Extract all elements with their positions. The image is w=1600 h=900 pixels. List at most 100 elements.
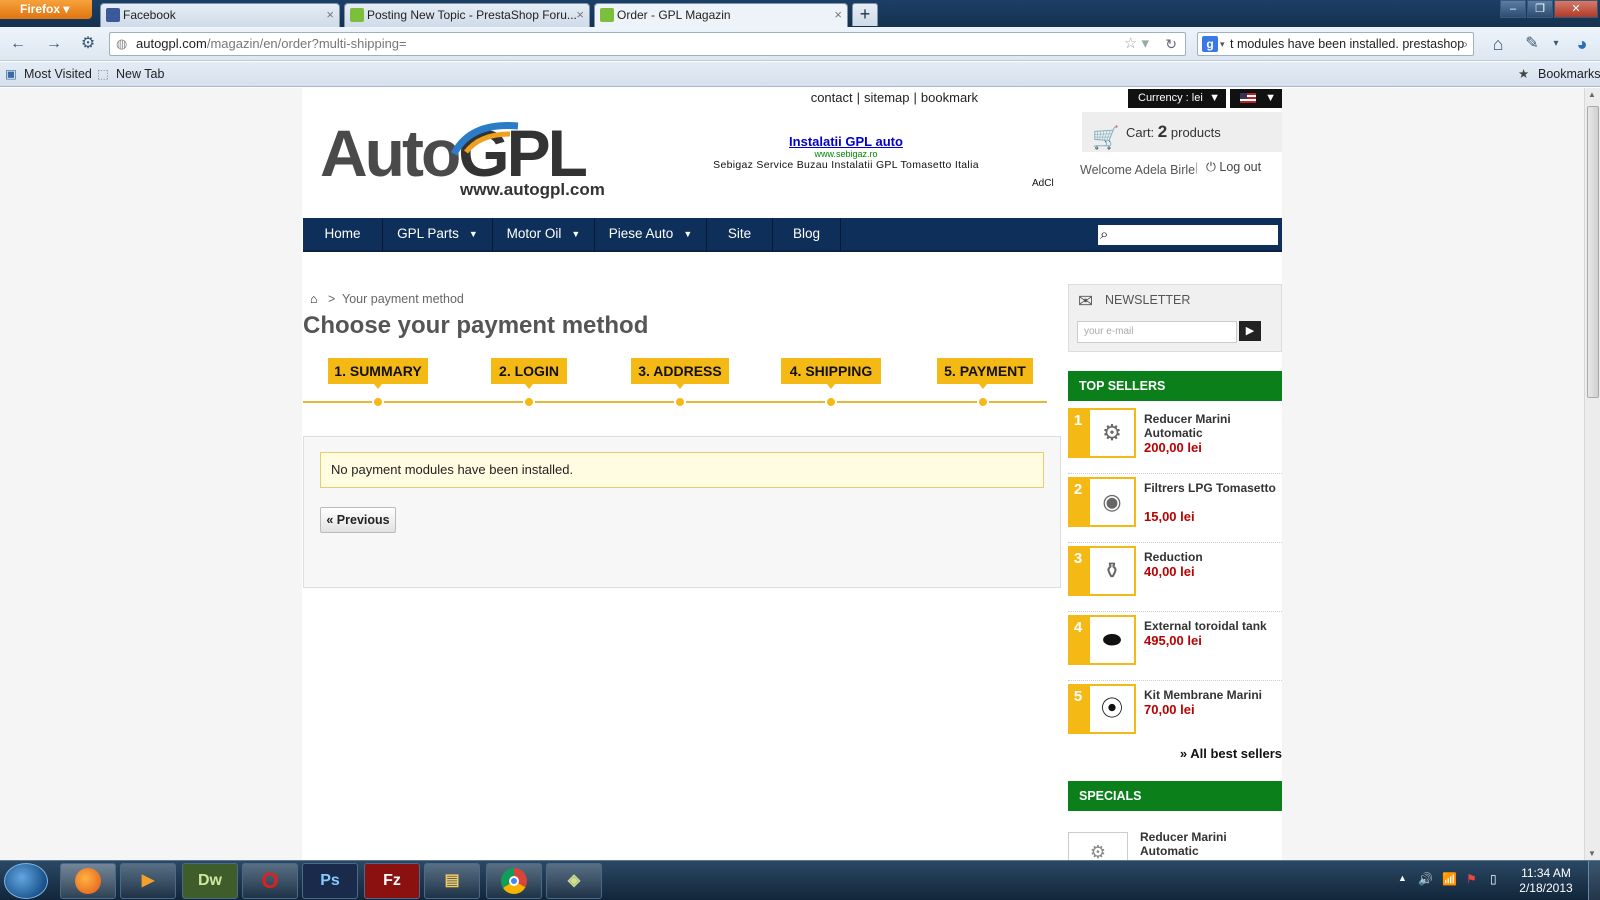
payment-panel: No payment modules have been installed. … — [303, 436, 1061, 588]
bookmark-new-tab[interactable]: New Tab — [116, 62, 164, 86]
step-payment[interactable]: 5. PAYMENT — [937, 358, 1033, 384]
firefox-icon — [75, 867, 101, 894]
taskbar-clock[interactable]: 11:34 AM 2/18/2013 — [1516, 866, 1576, 896]
menu-gpl-parts[interactable]: GPL Parts ▼ — [383, 218, 493, 252]
taskbar-filezilla[interactable]: Fz — [364, 863, 420, 899]
step-login[interactable]: 2. LOGIN — [491, 358, 567, 384]
taskbar-opera[interactable]: O — [242, 863, 298, 899]
ad-choices-label[interactable]: AdCl — [1032, 178, 1054, 189]
previous-button[interactable]: « Previous — [320, 507, 396, 533]
forward-button[interactable]: → — [44, 35, 64, 53]
restore-button[interactable]: ❐ — [1527, 0, 1553, 18]
media-player-icon: ▶ — [141, 872, 155, 889]
search-icon[interactable]: ⌕ — [1100, 226, 1108, 243]
url-bar[interactable]: ◍ autogpl.com/magazin/en/order?multi-shi… — [109, 32, 1186, 56]
all-best-sellers-link[interactable]: » All best sellers — [1180, 746, 1282, 761]
taskbar-media[interactable]: ▶ — [120, 863, 176, 899]
scroll-up-icon[interactable]: ▲ — [1588, 90, 1596, 99]
tab-order-gpl-magazin[interactable]: Order - GPL Magazin × — [594, 3, 848, 27]
language-select[interactable]: ▼ — [1230, 89, 1282, 108]
top-seller-item[interactable]: 4 ⬬ External toroidal tank 495,00 lei — [1068, 613, 1282, 681]
close-icon[interactable]: × — [326, 4, 334, 26]
taskbar-dreamweaver[interactable]: Dw — [182, 863, 238, 899]
start-button[interactable] — [4, 863, 48, 899]
taskbar-firefox[interactable] — [60, 863, 116, 899]
network-icon[interactable]: 📶 — [1442, 872, 1457, 886]
product-thumbnail[interactable]: ⚱ — [1088, 546, 1136, 596]
taskbar-photoshop[interactable]: Ps — [302, 863, 358, 899]
tab-posting-new-topic[interactable]: Posting New Topic - PrestaShop Foru... × — [344, 3, 590, 27]
show-desktop-button[interactable] — [1588, 861, 1600, 900]
close-icon[interactable]: × — [834, 4, 842, 26]
google-icon: g — [1202, 36, 1218, 52]
ad-banner[interactable]: Instalatii GPL auto www.sebigaz.ro Sebig… — [696, 134, 996, 171]
new-tab-button[interactable]: + — [852, 3, 878, 26]
bookmarks-menu[interactable]: Bookmarks — [1538, 62, 1600, 86]
menu-home[interactable]: Home — [303, 218, 383, 252]
welcome-text: Welcome Adela Birle — [1080, 163, 1196, 177]
search-input[interactable]: g ▾ t modules have been installed. prest… — [1197, 32, 1474, 56]
minimize-button[interactable]: – — [1500, 0, 1526, 18]
action-center-icon[interactable]: ⚑ — [1466, 872, 1477, 886]
sync-icon[interactable]: ◕ — [1572, 35, 1592, 53]
home-history-icon[interactable]: ⚙ — [78, 35, 98, 53]
chevron-down-icon[interactable]: ▾ — [1220, 33, 1225, 55]
product-thumbnail[interactable]: ⬬ — [1088, 615, 1136, 665]
bookmark-most-visited[interactable]: Most Visited — [24, 62, 92, 86]
top-seller-item[interactable]: 3 ⚱ Reduction 40,00 lei — [1068, 544, 1282, 612]
chevron-down-icon[interactable]: ▾ — [1546, 35, 1566, 53]
logout-link[interactable]: ⏻ Log out — [1206, 160, 1261, 175]
taskbar-folder[interactable]: ◈ — [546, 863, 602, 899]
reload-icon[interactable]: ↻ — [1165, 33, 1177, 55]
ad-title[interactable]: Instalatii GPL auto — [696, 134, 996, 149]
product-thumbnail[interactable]: ⚙ — [1068, 832, 1128, 860]
menu-blog[interactable]: Blog — [773, 218, 841, 252]
prestashop-icon — [600, 8, 614, 22]
currency-select[interactable]: Currency : lei ▼ — [1128, 89, 1226, 108]
home-icon[interactable]: ⌂ — [1488, 35, 1508, 53]
addon-icon[interactable]: ✎ — [1522, 35, 1542, 53]
product-thumbnail[interactable]: ⚙ — [1088, 408, 1136, 458]
cart-summary[interactable]: 🛒 Cart: 2 products — [1082, 112, 1282, 152]
product-thumbnail[interactable]: ⦿ — [1088, 684, 1136, 734]
step-address[interactable]: 3. ADDRESS — [631, 358, 729, 384]
home-icon[interactable]: ⌂ — [310, 292, 318, 306]
device-icon[interactable]: ▯ — [1490, 872, 1497, 886]
tab-facebook[interactable]: Facebook × — [100, 3, 340, 27]
step-summary[interactable]: 1. SUMMARY — [328, 358, 428, 384]
bookmark-link[interactable]: bookmark — [921, 90, 978, 105]
scrollbar-thumb[interactable] — [1587, 106, 1599, 398]
search-icon[interactable]: ⌕ — [1461, 33, 1468, 55]
close-icon[interactable]: × — [576, 4, 584, 26]
site-logo[interactable]: AutoGPL www.autogpl.com — [320, 118, 620, 208]
special-item[interactable]: ⚙ Reducer Marini Automatic — [1068, 830, 1282, 860]
menu-site[interactable]: Site — [707, 218, 773, 252]
taskbar-chrome[interactable] — [486, 863, 542, 899]
menu-motor-oil[interactable]: Motor Oil ▼ — [493, 218, 595, 252]
top-seller-item[interactable]: 2 ◉ Filtrers LPG Tomasetto 15,00 lei — [1068, 475, 1282, 543]
vertical-scrollbar[interactable]: ▲ ▼ — [1584, 88, 1600, 860]
ad-url[interactable]: www.sebigaz.ro — [696, 149, 996, 159]
chevron-up-icon[interactable]: ▲ — [1398, 873, 1407, 883]
window-titlebar: Firefox ▾ Facebook × Posting New Topic -… — [0, 0, 1600, 27]
product-thumbnail[interactable]: ◉ — [1088, 477, 1136, 527]
volume-icon[interactable]: 🔊 — [1418, 872, 1433, 886]
firefox-menu-button[interactable]: Firefox ▾ — [0, 0, 92, 19]
close-window-button[interactable]: ✕ — [1554, 0, 1598, 18]
chevron-down-icon: ▼ — [1209, 92, 1220, 104]
top-seller-item[interactable]: 5 ⦿ Kit Membrane Marini 70,00 lei — [1068, 682, 1282, 750]
menu-piese-auto[interactable]: Piese Auto ▼ — [595, 218, 707, 252]
scroll-down-icon[interactable]: ▼ — [1588, 849, 1596, 858]
bookmark-star-icon[interactable]: ☆ ▾ — [1124, 33, 1149, 55]
top-seller-item[interactable]: 1 ⚙ Reducer Marini Automatic 200,00 lei — [1068, 406, 1282, 474]
back-button[interactable]: ← — [8, 35, 28, 53]
newsletter-submit-button[interactable]: ▶ — [1239, 321, 1261, 341]
sitemap-link[interactable]: sitemap — [864, 90, 910, 105]
contact-link[interactable]: contact — [811, 90, 853, 105]
step-shipping[interactable]: 4. SHIPPING — [781, 358, 881, 384]
taskbar-explorer[interactable]: ▤ — [424, 863, 480, 899]
page-viewport: contact | sitemap | bookmark Currency : lei ▼… — [0, 88, 1584, 860]
power-icon: ⏻ — [1206, 160, 1216, 174]
site-search-input[interactable]: ⌕ — [1096, 223, 1280, 247]
newsletter-email-input[interactable]: your e-mail — [1077, 321, 1237, 343]
